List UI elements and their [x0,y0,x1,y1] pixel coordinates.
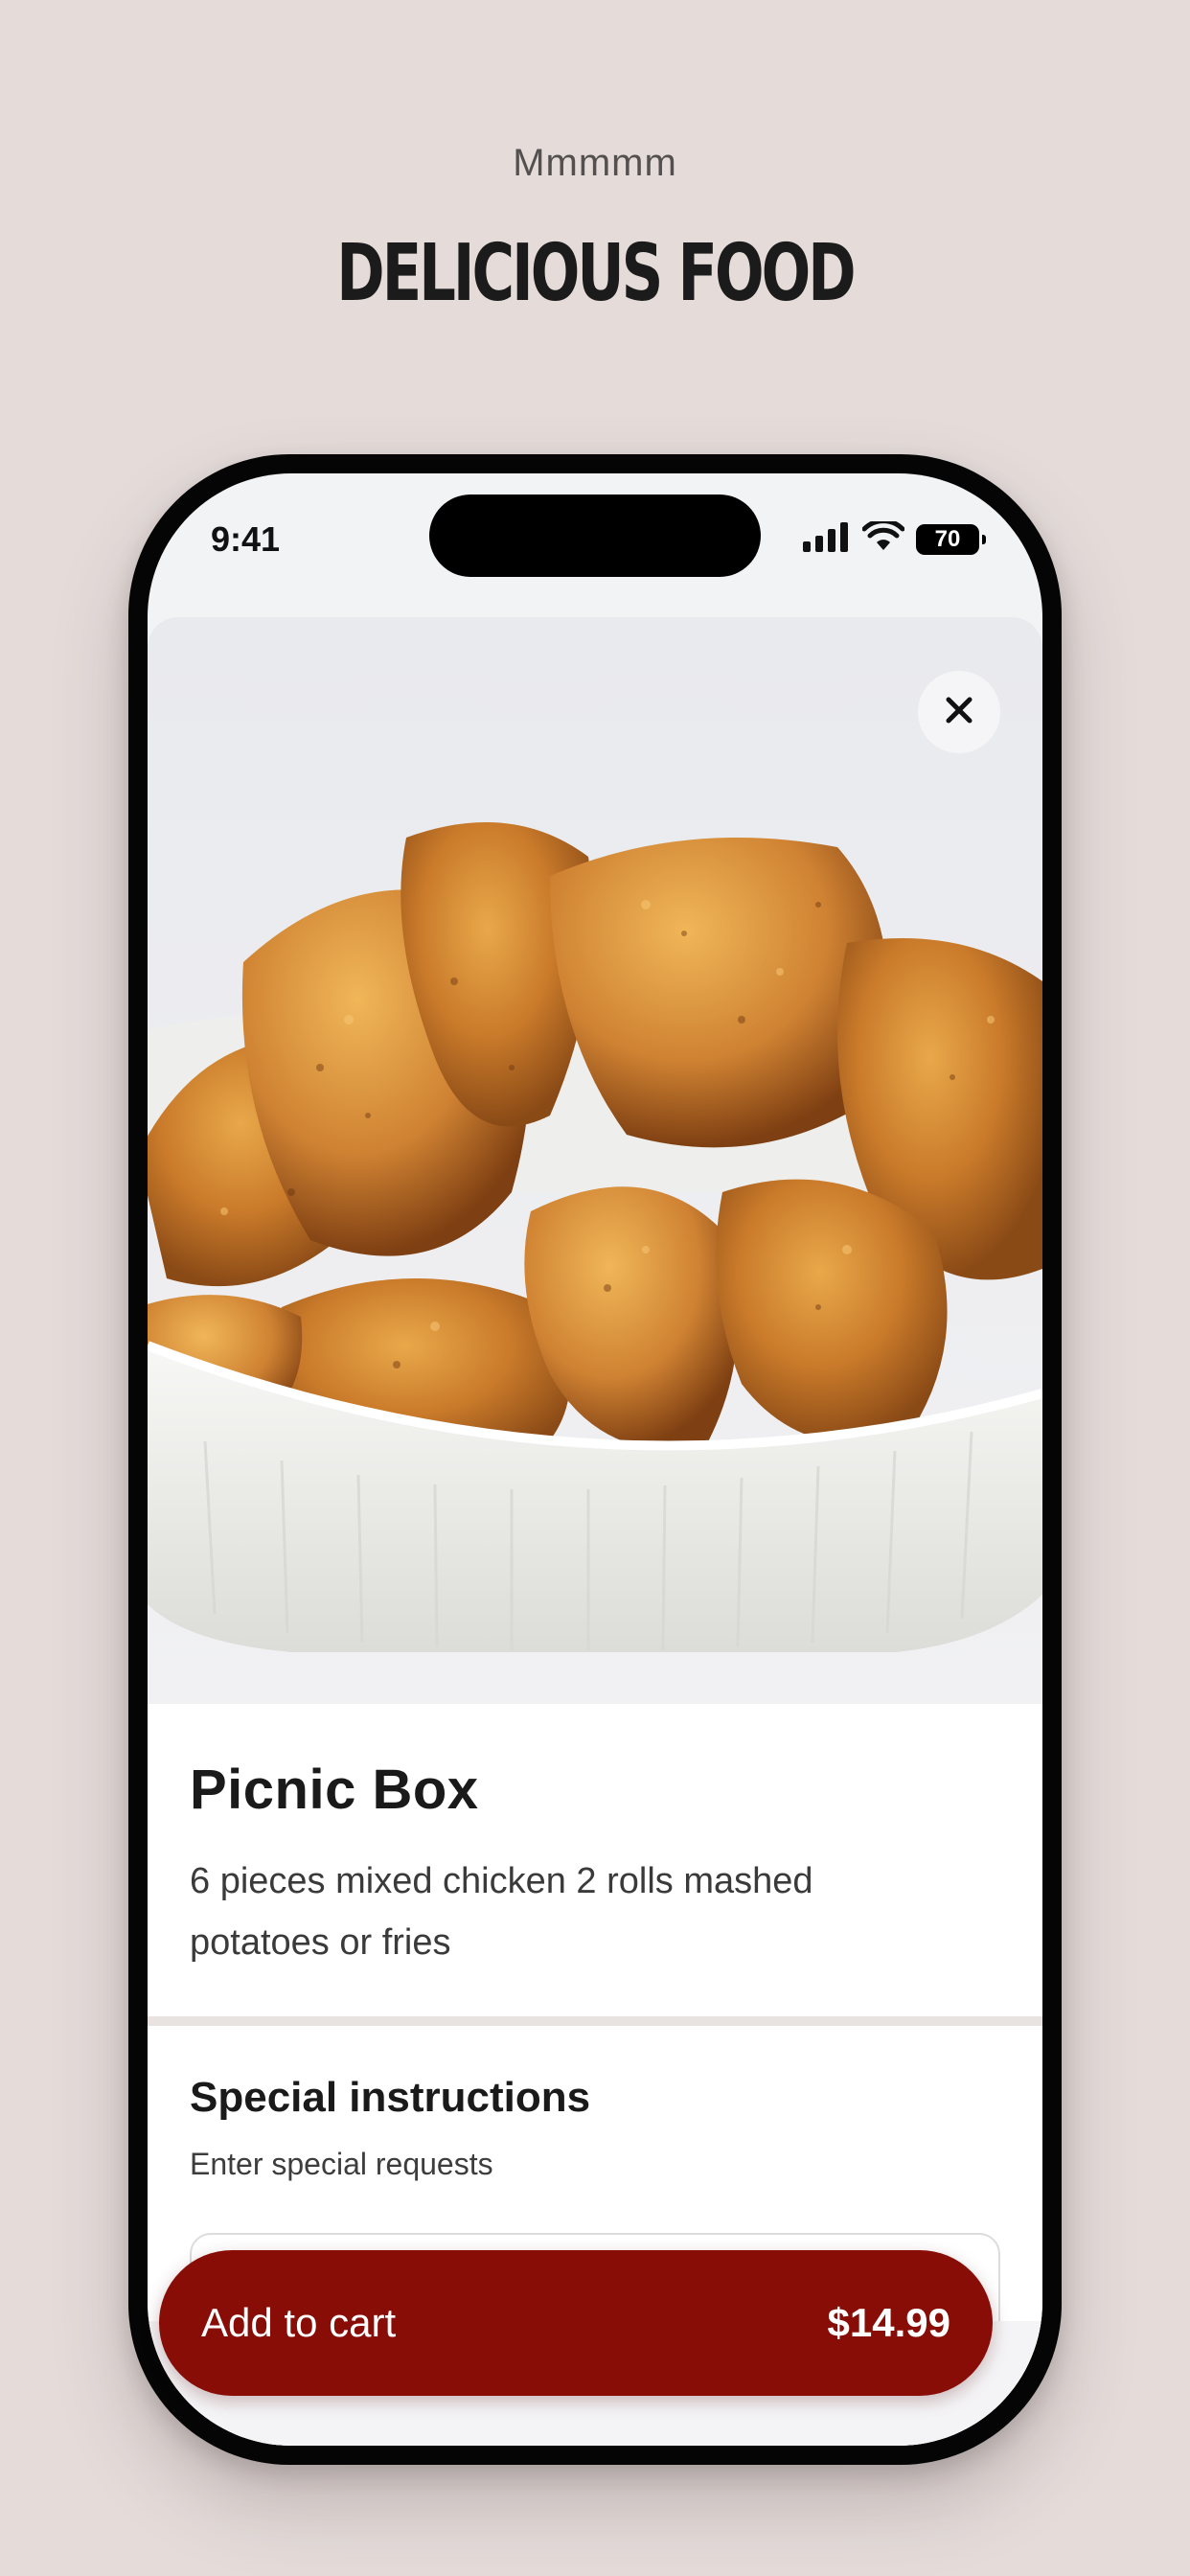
phone-screen: 9:41 70 Picnic Box 6 pieces mixed chicke… [148,473,1042,2446]
promo-subtitle: Mmmmm [513,142,677,184]
close-icon [943,694,975,731]
promo-title: DELICIOUS FOOD [336,228,856,319]
item-description: 6 pieces mixed chicken 2 rolls mashed po… [190,1861,813,1963]
status-icons: 70 [803,518,986,557]
close-button[interactable] [918,671,1000,753]
fried-chicken-illustration [148,617,1042,1704]
phone-frame: 9:41 70 Picnic Box 6 pieces mixed chicke… [128,454,1062,2465]
battery-level: 70 [934,525,961,552]
dynamic-island [429,494,761,577]
item-detail-sheet: Picnic Box 6 pieces mixed chicken 2 roll… [148,617,1042,2446]
item-info: Picnic Box 6 pieces mixed chicken 2 roll… [148,1704,1042,1973]
special-instructions-section: Special instructions Enter special reque… [190,2074,1000,2405]
add-to-cart-button[interactable]: Add to cart $14.99 [159,2250,993,2396]
cellular-signal-icon [803,521,851,557]
wifi-icon [861,518,905,557]
item-price: $14.99 [827,2300,950,2345]
item-title: Picnic Box [190,1759,479,1821]
add-to-cart-label: Add to cart [201,2300,397,2345]
battery-icon: 70 [916,523,986,555]
section-divider [148,2016,1042,2026]
status-time: 9:41 [211,519,281,559]
special-instructions-title: Special instructions [190,2074,591,2121]
item-image [148,617,1042,1704]
special-instructions-subtitle: Enter special requests [190,2147,493,2181]
